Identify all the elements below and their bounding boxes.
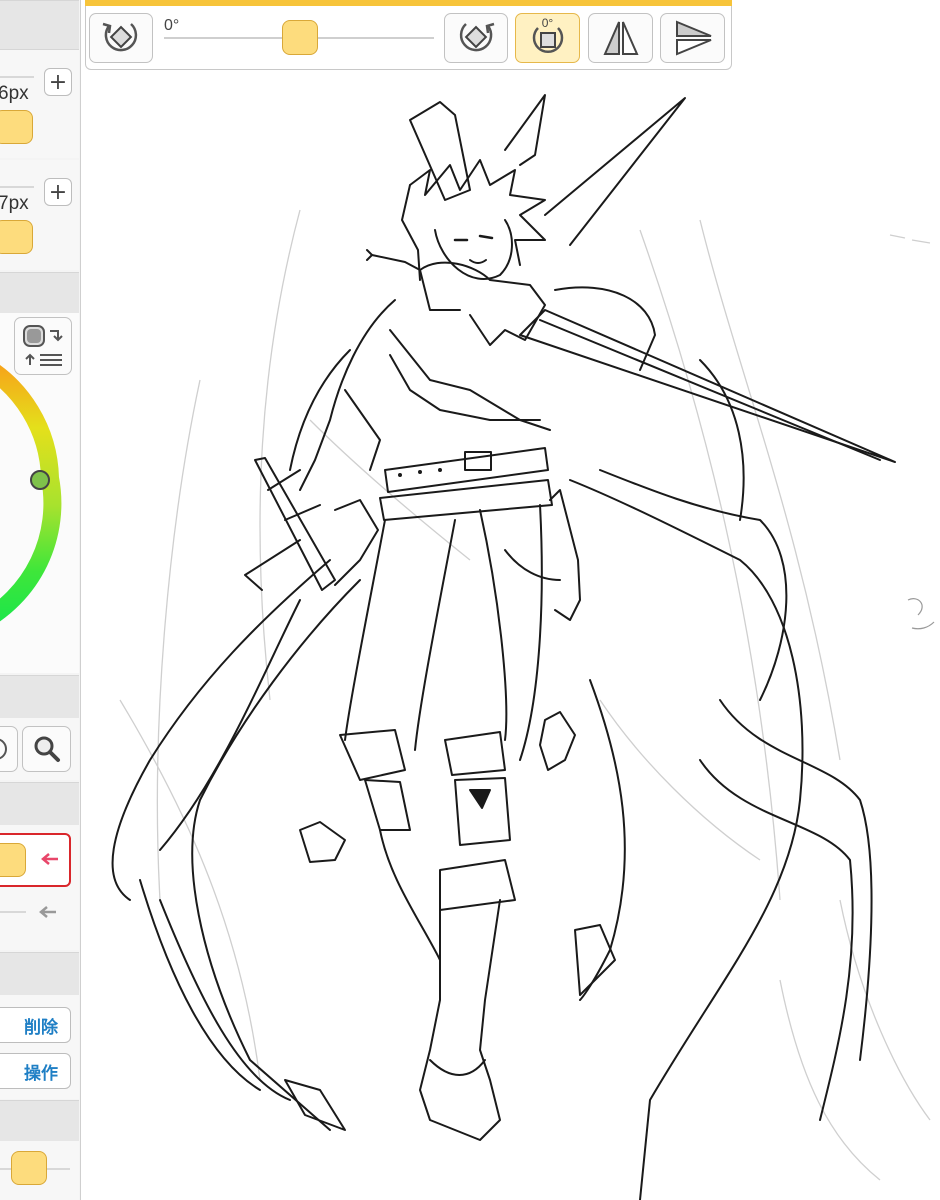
compass-icon [0,738,7,760]
opacity-slider-thumb[interactable] [0,220,33,254]
operation-button[interactable]: 操作 [0,1053,71,1089]
reset-rotation-button[interactable]: 0° [515,13,580,63]
toolbar-accent-strip [85,0,732,6]
size-slider-thumb[interactable] [0,110,33,144]
brush-size-row: 6px + [0,50,79,158]
reset-rotation-label: 0° [541,16,554,30]
panel-header [0,0,79,50]
zoom-button[interactable] [22,726,71,772]
delete-button[interactable]: 削除 [0,1007,71,1043]
view-header [0,675,79,719]
layer-thumbnail [0,843,26,877]
compass-button[interactable] [0,726,18,772]
size-slider-track[interactable] [0,76,34,78]
left-panel: 6px + 7px + 削除 操作 [0,0,81,1200]
magnifier-icon [34,736,60,762]
flip-horizontal-icon [602,21,639,55]
bottom-header [0,1100,79,1142]
color-wheel[interactable] [0,363,80,663]
opacity-row: 7px + [0,160,79,270]
bottom-slider-thumb[interactable] [11,1151,47,1185]
layer-line [0,911,26,913]
brush-size-value: 6px [0,83,29,104]
color-section [0,313,79,673]
flip-vertical-button[interactable] [660,13,725,63]
layer-ops-header [0,952,79,996]
view-tools [0,718,79,780]
rotation-slider-thumb[interactable] [282,20,318,55]
rough-sketch-lines [119,209,931,1181]
rotate-right-icon [459,22,495,52]
selected-layer[interactable] [0,833,71,887]
rotate-left-button[interactable] [89,13,153,63]
layer-ops: 削除 操作 [0,995,79,1099]
hue-indicator[interactable] [30,470,50,490]
increase-size-button[interactable]: + [44,68,72,96]
arrow-left-icon[interactable] [38,904,58,920]
layer-list [0,825,79,950]
character-line-art [111,94,896,1200]
opacity-slider-track[interactable] [0,186,34,188]
drawing-canvas[interactable] [81,70,940,1200]
flip-horizontal-button[interactable] [588,13,653,63]
rotate-left-icon [102,22,138,52]
opacity-value: 7px [0,193,29,214]
bottom-slider-row [0,1141,79,1200]
flip-vertical-icon [675,20,711,56]
layer-header [0,782,79,826]
rotation-angle-label: 0° [164,17,180,34]
edge-scribble [907,598,935,630]
rotate-right-button[interactable] [444,13,508,63]
increase-opacity-button[interactable]: + [44,178,72,206]
arrow-left-icon[interactable] [40,851,60,867]
color-header [0,272,79,314]
